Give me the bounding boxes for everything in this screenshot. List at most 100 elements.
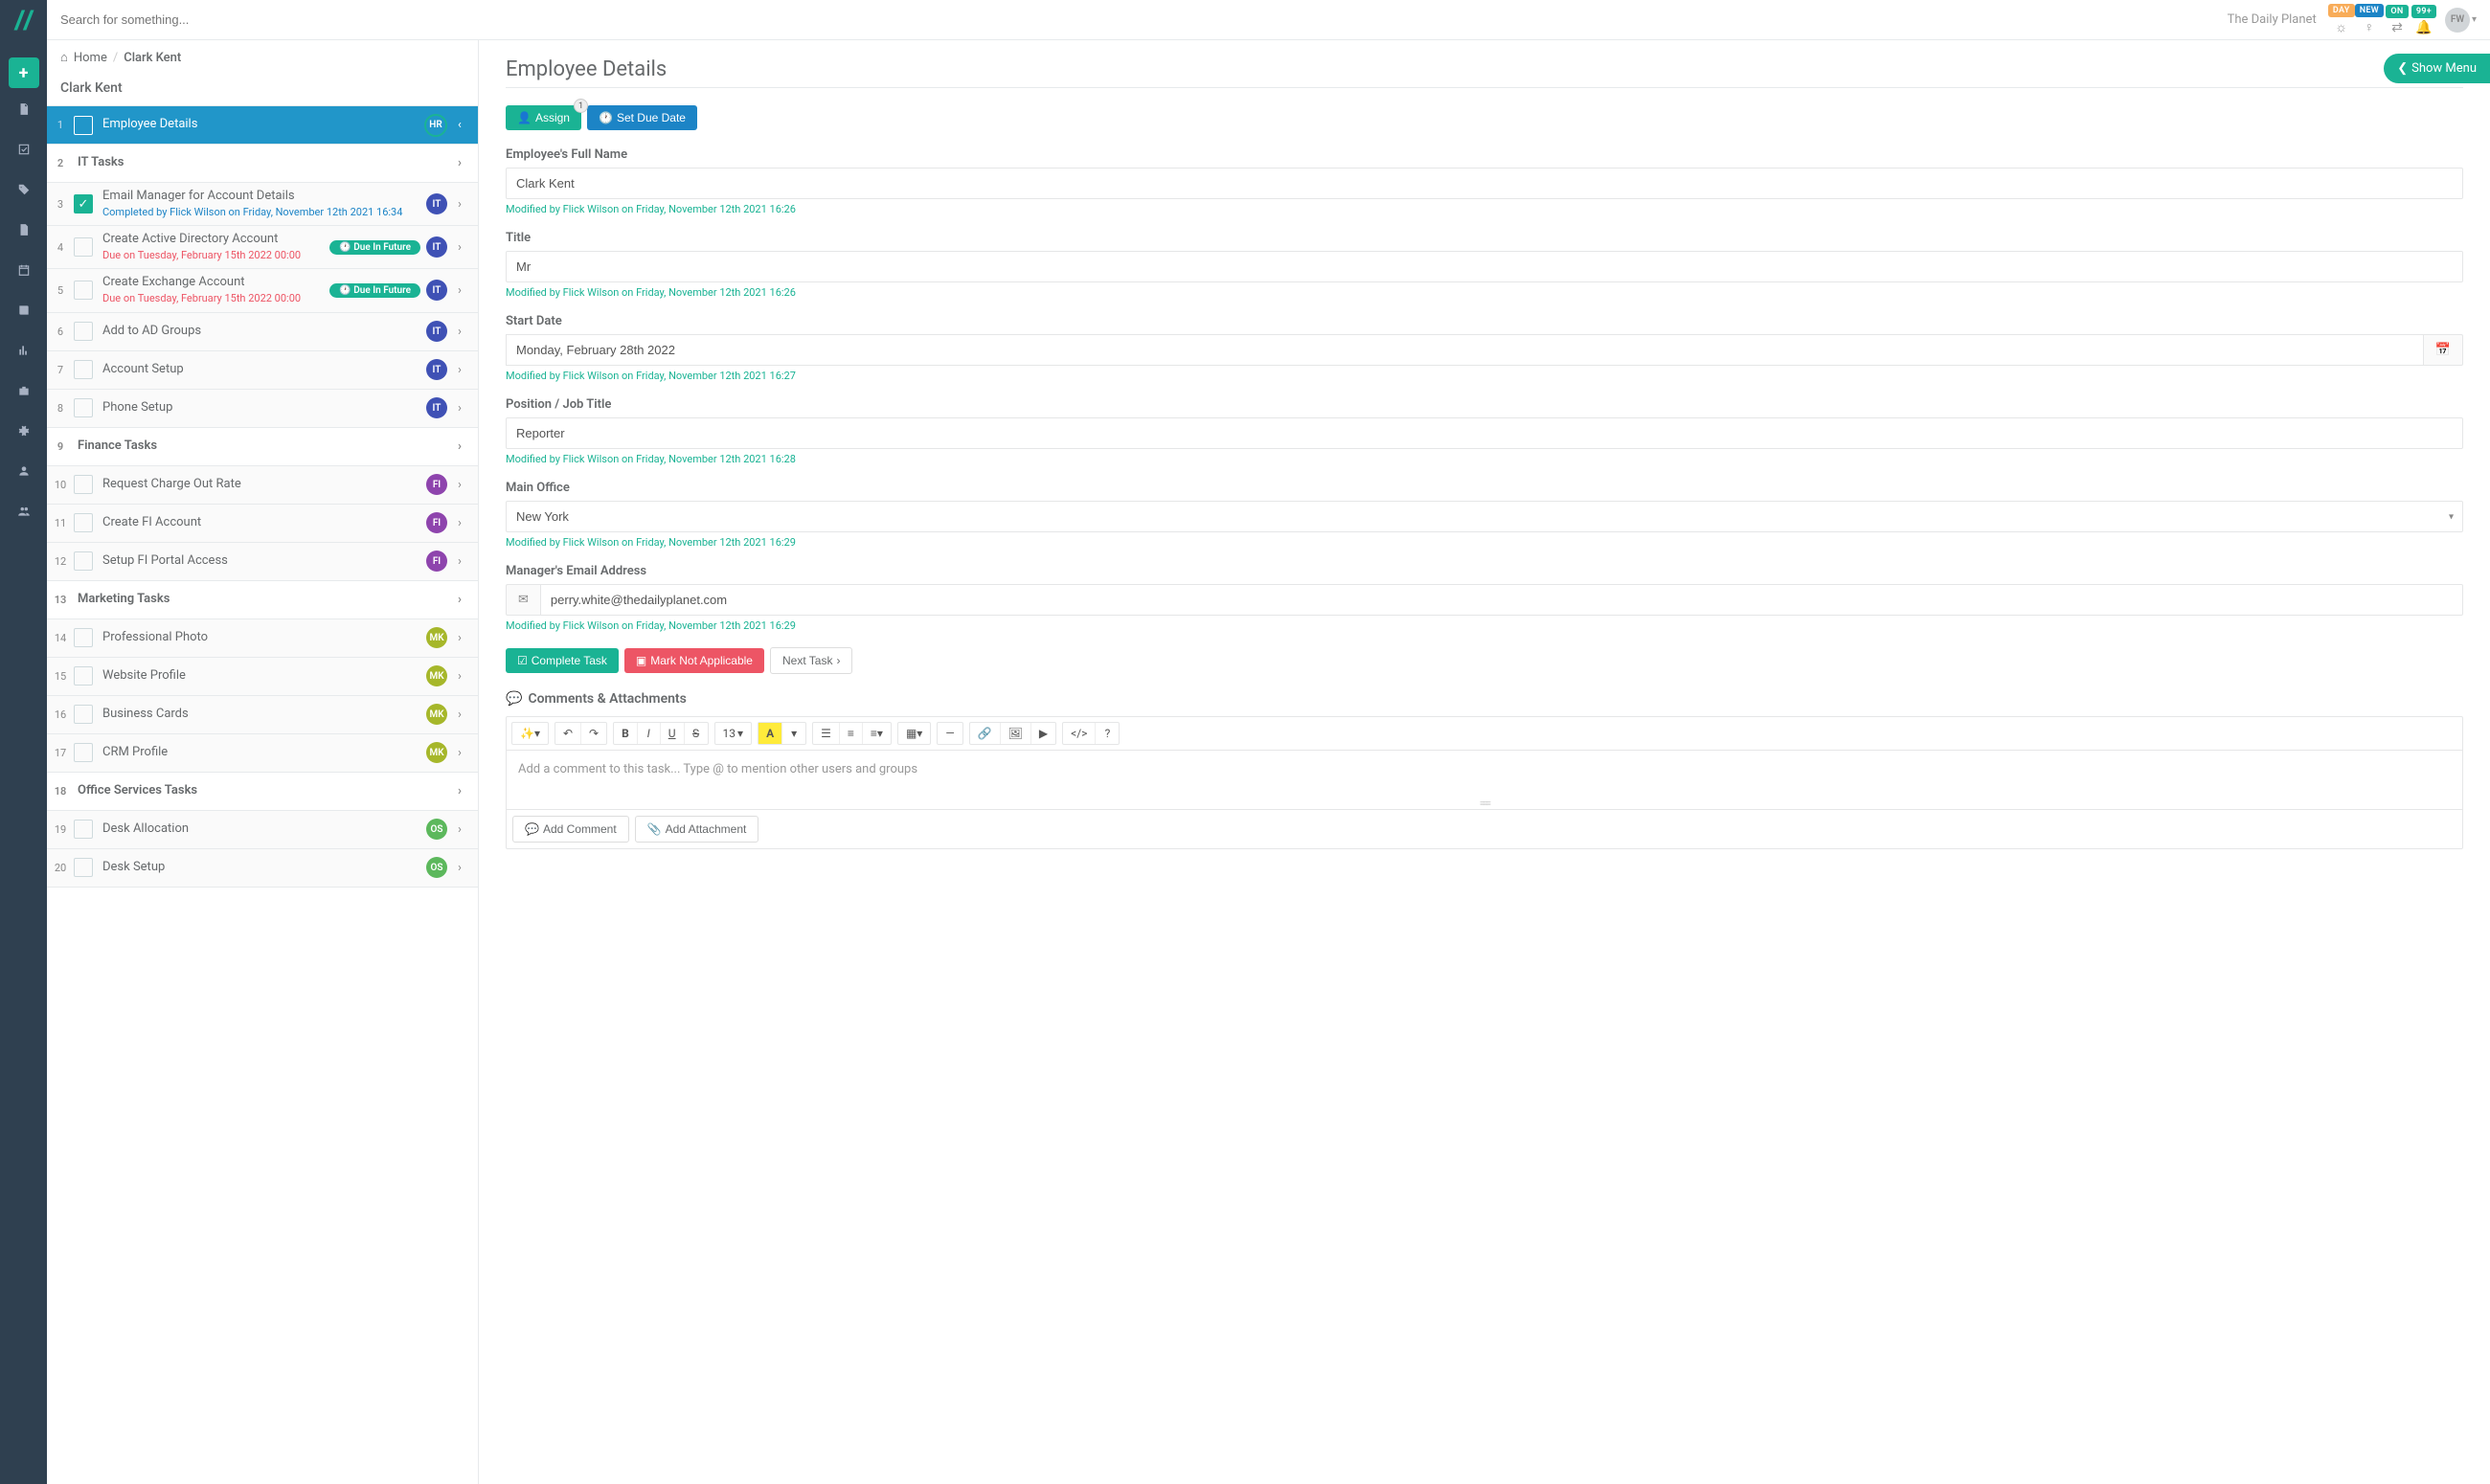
chevron-icon[interactable]: › — [451, 283, 468, 298]
code-icon[interactable]: </> — [1063, 723, 1096, 744]
task-checkbox[interactable] — [74, 398, 93, 417]
color-icon[interactable]: A — [758, 723, 782, 744]
chevron-right-icon[interactable]: › — [451, 784, 468, 798]
add-attachment-button[interactable]: 📎 Add Attachment — [635, 816, 759, 843]
chevron-icon[interactable]: › — [451, 861, 468, 875]
title-input[interactable] — [506, 251, 2463, 282]
nav-calendar-icon[interactable] — [0, 251, 47, 289]
nav-user-icon[interactable] — [0, 452, 47, 490]
video-icon[interactable]: ▶ — [1031, 723, 1055, 744]
task-row[interactable]: 11 Create FI Account FI › — [47, 505, 478, 543]
task-row[interactable]: 1 Employee Details HR ‹ — [47, 106, 478, 145]
chevron-icon[interactable]: › — [451, 822, 468, 837]
chevron-icon[interactable]: › — [451, 325, 468, 339]
task-checkbox[interactable] — [74, 628, 93, 647]
list-ul-icon[interactable]: ☰ — [813, 723, 840, 744]
bulb-icon[interactable]: ♀ — [2356, 19, 2383, 35]
task-row[interactable]: 16 Business Cards MK › — [47, 696, 478, 734]
chevron-icon[interactable]: › — [451, 669, 468, 684]
task-row[interactable]: 15 Website Profile MK › — [47, 658, 478, 696]
align-icon[interactable]: ≡▾ — [863, 723, 891, 744]
help-icon[interactable]: ? — [1096, 723, 1119, 744]
chevron-icon[interactable]: › — [451, 363, 468, 377]
nav-tags-icon[interactable] — [0, 170, 47, 209]
task-section-row[interactable]: 9 Finance Tasks › — [47, 428, 478, 466]
table-icon[interactable]: ▦▾ — [898, 723, 930, 744]
nav-files-icon[interactable] — [0, 211, 47, 249]
nav-book-icon[interactable] — [0, 291, 47, 329]
start-date-input[interactable] — [506, 334, 2424, 366]
toggle-icon[interactable]: ⇄ — [2384, 20, 2411, 35]
comment-textarea[interactable]: Add a comment to this task... Type @ to … — [507, 751, 2462, 798]
task-checkbox[interactable] — [74, 513, 93, 532]
chevron-icon[interactable]: › — [451, 631, 468, 645]
chevron-right-icon[interactable]: › — [451, 439, 468, 454]
task-row[interactable]: 19 Desk Allocation OS › — [47, 811, 478, 849]
task-section-row[interactable]: 18 Office Services Tasks › — [47, 773, 478, 811]
chevron-icon[interactable]: › — [451, 197, 468, 212]
nav-users-icon[interactable] — [0, 492, 47, 530]
task-row[interactable]: 17 CRM Profile MK › — [47, 734, 478, 773]
nav-documents-icon[interactable] — [0, 90, 47, 128]
avatar[interactable]: FW — [2445, 8, 2470, 33]
hr-icon[interactable]: — — [938, 723, 962, 744]
image-icon[interactable]: 🖼 — [1001, 723, 1031, 744]
chevron-icon[interactable]: › — [451, 554, 468, 569]
task-row[interactable]: 7 Account Setup IT › — [47, 351, 478, 390]
task-row[interactable]: 10 Request Charge Out Rate FI › — [47, 466, 478, 505]
italic-icon[interactable]: I — [638, 723, 661, 744]
strike-icon[interactable]: S — [685, 723, 708, 744]
assign-button[interactable]: 👤 Assign — [506, 105, 581, 130]
chevron-right-icon[interactable]: › — [451, 593, 468, 607]
task-checkbox[interactable] — [74, 666, 93, 686]
task-checkbox[interactable]: ✓ — [74, 194, 93, 214]
chevron-icon[interactable]: › — [451, 478, 468, 492]
search-input[interactable] — [60, 12, 348, 27]
task-row[interactable]: 3 ✓ Email Manager for Account Details Co… — [47, 183, 478, 226]
breadcrumb-home[interactable]: Home — [74, 51, 107, 65]
chevron-icon[interactable]: › — [451, 401, 468, 416]
task-checkbox[interactable] — [74, 820, 93, 839]
nav-reports-icon[interactable] — [0, 331, 47, 370]
add-button[interactable]: + — [9, 57, 39, 88]
magic-icon[interactable]: ✨▾ — [512, 723, 548, 744]
task-section-row[interactable]: 13 Marketing Tasks › — [47, 581, 478, 619]
task-checkbox[interactable] — [74, 237, 93, 257]
nav-briefcase-icon[interactable] — [0, 371, 47, 410]
complete-task-button[interactable]: ☑ Complete Task — [506, 648, 619, 673]
bold-icon[interactable]: B — [614, 723, 638, 744]
set-due-date-button[interactable]: 🕐 Set Due Date — [587, 105, 697, 130]
user-menu-caret[interactable]: ▾ — [2472, 14, 2477, 25]
task-row[interactable]: 8 Phone Setup IT › — [47, 390, 478, 428]
undo-icon[interactable]: ↶ — [555, 723, 581, 744]
nav-tasks-icon[interactable] — [0, 130, 47, 169]
task-checkbox[interactable] — [74, 116, 93, 135]
task-checkbox[interactable] — [74, 360, 93, 379]
next-task-button[interactable]: Next Task › — [770, 647, 852, 674]
task-row[interactable]: 14 Professional Photo MK › — [47, 619, 478, 658]
task-section-row[interactable]: 2 IT Tasks › — [47, 145, 478, 183]
task-checkbox[interactable] — [74, 551, 93, 571]
task-checkbox[interactable] — [74, 705, 93, 724]
chevron-icon[interactable]: › — [451, 708, 468, 722]
task-row[interactable]: 4 Create Active Directory Account Due on… — [47, 226, 478, 269]
nav-settings-icon[interactable] — [0, 412, 47, 450]
task-row[interactable]: 20 Desk Setup OS › — [47, 849, 478, 888]
chevron-icon[interactable]: › — [451, 516, 468, 530]
link-icon[interactable]: 🔗 — [970, 723, 1001, 744]
font-size-select[interactable]: 13 ▾ — [715, 723, 752, 744]
task-checkbox[interactable] — [74, 858, 93, 877]
calendar-picker-button[interactable]: 📅 — [2424, 334, 2463, 366]
manager-email-input[interactable] — [540, 584, 2463, 616]
bell-icon[interactable]: 🔔 — [2411, 20, 2437, 35]
mark-not-applicable-button[interactable]: ▣ Mark Not Applicable — [624, 648, 764, 673]
redo-icon[interactable]: ↷ — [581, 723, 606, 744]
add-comment-button[interactable]: 💬 Add Comment — [512, 816, 629, 843]
position-input[interactable] — [506, 417, 2463, 449]
list-ol-icon[interactable]: ≡ — [840, 723, 863, 744]
office-select[interactable] — [506, 501, 2463, 532]
show-menu-button[interactable]: ❮ Show Menu — [2384, 54, 2490, 83]
task-row[interactable]: 12 Setup FI Portal Access FI › — [47, 543, 478, 581]
chevron-icon[interactable]: › — [451, 240, 468, 255]
task-row[interactable]: 6 Add to AD Groups IT › — [47, 313, 478, 351]
